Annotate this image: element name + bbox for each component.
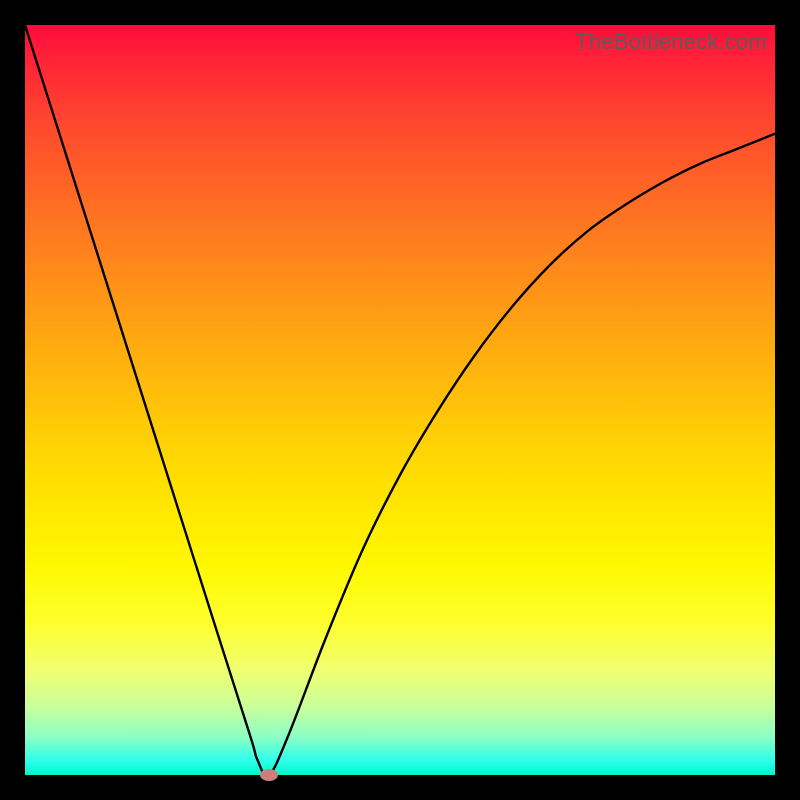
chart-container: TheBottleneck.com	[0, 0, 800, 800]
optimum-marker	[260, 769, 278, 781]
plot-area: TheBottleneck.com	[25, 25, 775, 775]
bottleneck-curve	[25, 25, 775, 775]
watermark-text: TheBottleneck.com	[575, 29, 767, 55]
curve-svg	[25, 25, 775, 775]
